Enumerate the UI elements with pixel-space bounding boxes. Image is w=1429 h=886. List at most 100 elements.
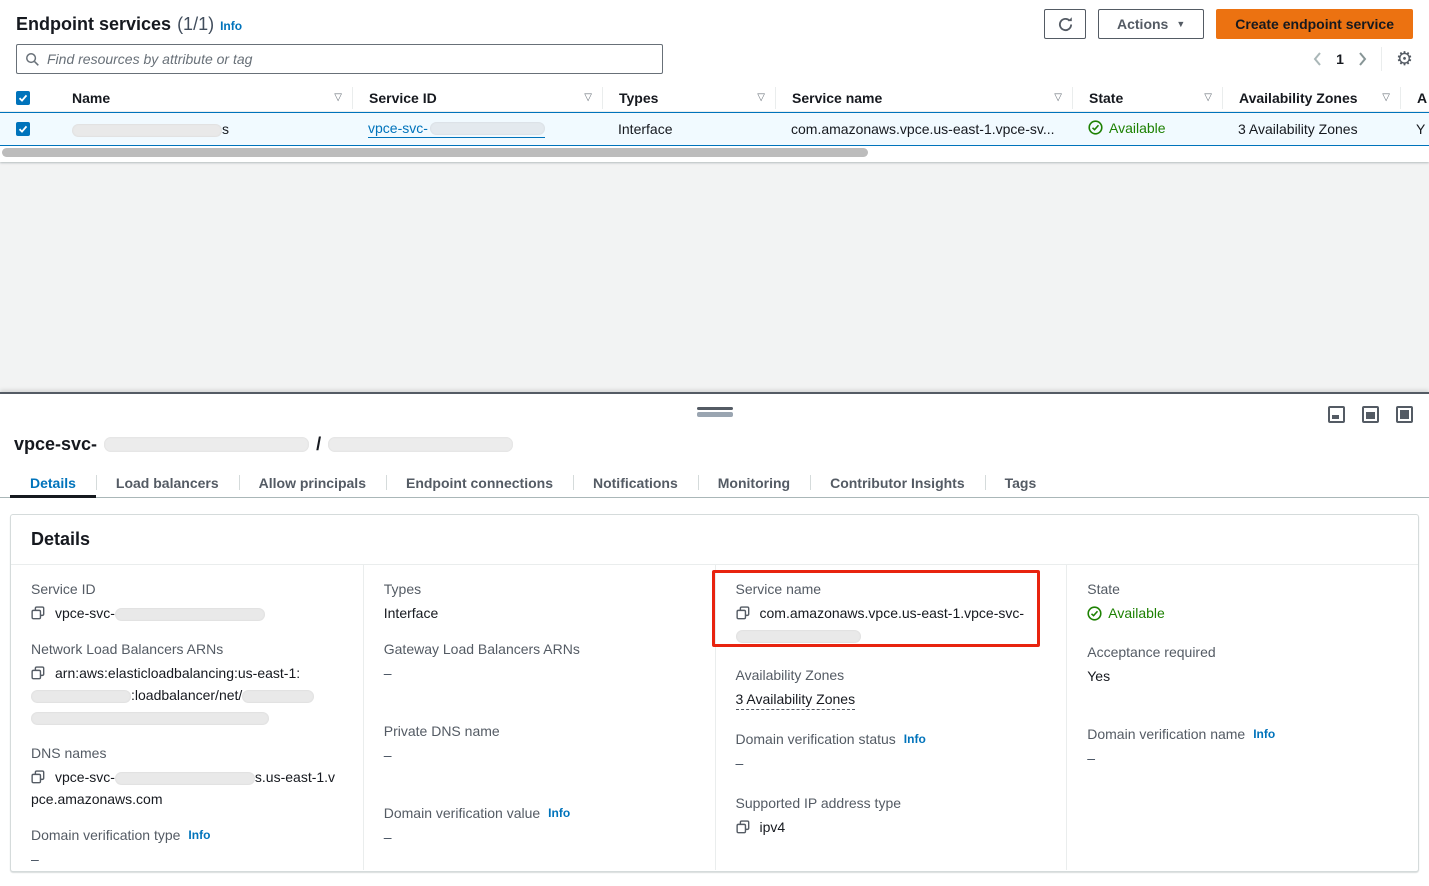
check-circle-icon — [1088, 120, 1103, 135]
select-all-cell — [0, 87, 56, 109]
info-link[interactable]: Info — [904, 732, 926, 746]
actions-button[interactable]: Actions ▼ — [1098, 9, 1204, 39]
panel-layout-controls — [1328, 406, 1413, 423]
sort-icon: ▽ — [334, 92, 342, 103]
field-types: Types Interface — [384, 581, 693, 624]
field-service-id: Service ID vpce-svc- — [31, 581, 341, 624]
select-all-checkbox[interactable] — [16, 91, 30, 105]
tab-details[interactable]: Details — [10, 468, 96, 497]
details-column-2: Types Interface Gateway Load Balancers A… — [363, 565, 715, 870]
endpoint-services-list-card: Endpoint services (1/1) Info Actions ▼ C… — [0, 0, 1429, 162]
previous-page-button[interactable] — [1313, 52, 1322, 66]
current-page-number[interactable]: 1 — [1336, 51, 1344, 67]
field-gwlb-arns: Gateway Load Balancers ARNs – — [384, 641, 693, 684]
resource-counter: (1/1) — [177, 14, 214, 35]
field-supported-ip-address-type: Supported IP address type ipv4 — [736, 795, 1045, 838]
copy-icon[interactable] — [736, 606, 750, 620]
page-background — [0, 162, 1429, 392]
column-header-acceptance[interactable]: A — [1400, 87, 1429, 109]
actions-button-label: Actions — [1117, 16, 1168, 32]
field-domain-verification-value: Domain verification valueInfo – — [384, 805, 693, 848]
redacted-text — [31, 690, 131, 703]
redacted-text — [328, 437, 513, 452]
sort-icon: ▽ — [757, 92, 765, 103]
info-link[interactable]: Info — [220, 19, 242, 33]
endpoint-services-page: Endpoint services (1/1) Info Actions ▼ C… — [0, 0, 1429, 886]
endpoint-services-table: Name▽ Service ID▽ Types▽ Service name▽ S… — [0, 84, 1429, 146]
panel-tabs: Details Load balancers Allow principals … — [0, 468, 1429, 498]
redacted-text — [31, 712, 269, 725]
table-toolbar: 1 ⚙ — [16, 44, 1413, 74]
header-actions: Actions ▼ Create endpoint service — [1044, 9, 1413, 39]
panel-size-small-icon[interactable] — [1328, 406, 1345, 423]
horizontal-scrollbar[interactable] — [2, 148, 868, 157]
availability-zones-popover-link[interactable]: 3 Availability Zones — [736, 691, 856, 710]
pagination: 1 ⚙ — [1313, 44, 1413, 74]
availability-zones-popover-link[interactable]: 3 Availability Zones — [1238, 121, 1358, 137]
info-link[interactable]: Info — [548, 806, 570, 820]
info-link[interactable]: Info — [188, 828, 210, 842]
details-card-body: Service ID vpce-svc- Network Load Balanc… — [11, 565, 1418, 870]
check-circle-icon — [1087, 606, 1102, 621]
row-service-id-cell: vpce-svc- — [352, 120, 602, 138]
preferences-gear-icon[interactable]: ⚙ — [1396, 50, 1413, 69]
info-link[interactable]: Info — [1253, 727, 1275, 741]
row-select-cell — [0, 122, 56, 136]
column-header-types[interactable]: Types▽ — [602, 87, 775, 109]
tab-endpoint-connections[interactable]: Endpoint connections — [386, 468, 573, 497]
column-header-availability-zones[interactable]: Availability Zones▽ — [1222, 87, 1400, 109]
tab-tags[interactable]: Tags — [985, 468, 1057, 497]
panel-resize-handle[interactable] — [697, 407, 733, 417]
page-title: Endpoint services (1/1) Info — [16, 14, 242, 35]
create-button-label: Create endpoint service — [1235, 16, 1394, 32]
panel-size-large-icon[interactable] — [1396, 406, 1413, 423]
redacted-text — [72, 124, 222, 137]
table-header-row: Name▽ Service ID▽ Types▽ Service name▽ S… — [0, 84, 1429, 112]
row-service-name-cell: com.amazonaws.vpce.us-east-1.vpce-sv... — [775, 121, 1072, 137]
row-state-cell: Available — [1072, 120, 1222, 139]
search-box — [16, 44, 663, 74]
caret-down-icon: ▼ — [1176, 19, 1185, 29]
search-input[interactable] — [47, 51, 654, 67]
search-icon — [25, 52, 40, 67]
tab-monitoring[interactable]: Monitoring — [698, 468, 810, 497]
page-header: Endpoint services (1/1) Info Actions ▼ C… — [16, 8, 1413, 40]
column-header-service-id[interactable]: Service ID▽ — [352, 87, 602, 109]
sort-icon: ▽ — [584, 92, 592, 103]
tab-allow-principals[interactable]: Allow principals — [239, 468, 386, 497]
copy-icon[interactable] — [31, 606, 45, 620]
field-nlb-arns: Network Load Balancers ARNs arn:aws:elas… — [31, 641, 341, 728]
service-id-link[interactable]: vpce-svc- — [368, 120, 545, 138]
copy-icon[interactable] — [736, 820, 750, 834]
details-card: Details Service ID vpce-svc- Network Loa… — [10, 514, 1419, 872]
table-row[interactable]: s vpce-svc- Interface com.amazonaws.vpce… — [0, 112, 1429, 146]
copy-icon[interactable] — [31, 770, 45, 784]
details-column-3: Service name com.amazonaws.vpce.us-east-… — [715, 565, 1067, 870]
copy-icon[interactable] — [31, 666, 45, 680]
field-availability-zones: Availability Zones 3 Availability Zones — [736, 667, 1045, 710]
details-split-panel: vpce-svc- / Details Load balancers Allow… — [0, 392, 1429, 886]
create-endpoint-service-button[interactable]: Create endpoint service — [1216, 9, 1413, 39]
redacted-text — [736, 630, 861, 643]
row-checkbox[interactable] — [16, 122, 30, 136]
field-private-dns-name: Private DNS name – — [384, 723, 693, 766]
redacted-text — [104, 437, 309, 452]
refresh-button[interactable] — [1044, 9, 1086, 39]
field-service-name: Service name com.amazonaws.vpce.us-east-… — [736, 581, 1045, 646]
column-header-name[interactable]: Name▽ — [56, 87, 352, 109]
tab-contributor-insights[interactable]: Contributor Insights — [810, 468, 985, 497]
details-column-1: Service ID vpce-svc- Network Load Balanc… — [11, 565, 363, 870]
column-header-state[interactable]: State▽ — [1072, 87, 1222, 109]
page-title-text: Endpoint services — [16, 14, 171, 35]
panel-title: vpce-svc- / — [14, 434, 513, 455]
details-card-heading: Details — [11, 515, 1418, 565]
redacted-text — [242, 690, 314, 703]
tab-load-balancers[interactable]: Load balancers — [96, 468, 239, 497]
tab-notifications[interactable]: Notifications — [573, 468, 698, 497]
field-state: State Available — [1087, 581, 1396, 627]
sort-icon: ▽ — [1382, 92, 1390, 103]
next-page-button[interactable] — [1358, 52, 1367, 66]
panel-size-medium-icon[interactable] — [1362, 406, 1379, 423]
field-dns-names: DNS names vpce-svc-s.us-east-1.vpce.amaz… — [31, 745, 341, 810]
column-header-service-name[interactable]: Service name▽ — [775, 87, 1072, 109]
